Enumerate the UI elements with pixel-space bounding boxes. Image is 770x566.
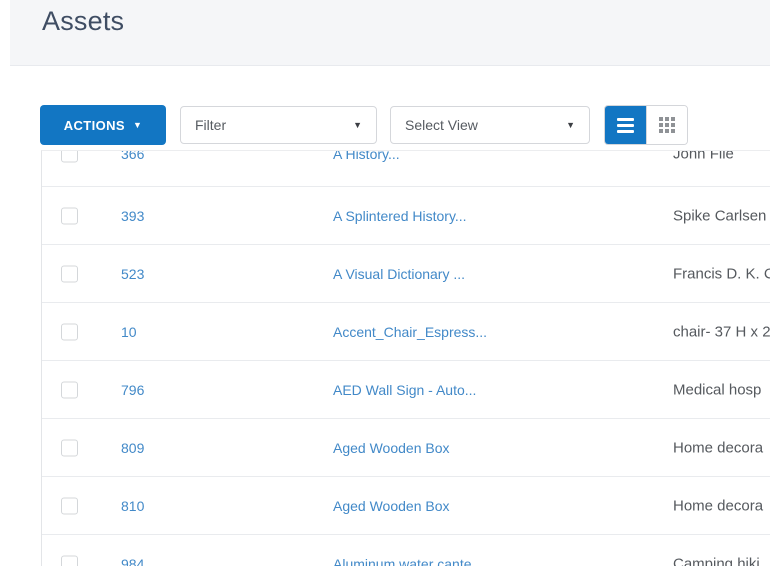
row-name-link[interactable]: Accent_Chair_Espress... [333,324,487,340]
select-view-dropdown-label: Select View [405,117,478,133]
row-id-link[interactable]: 10 [121,324,137,340]
row-id-link[interactable]: 810 [121,498,144,514]
row-description: Medical hosp [673,381,762,399]
row-id-link[interactable]: 796 [121,382,144,398]
row-checkbox[interactable] [61,497,78,515]
row-id-link[interactable]: 809 [121,440,144,456]
row-description: Spike Carlsen [673,207,767,225]
row-checkbox[interactable] [61,265,78,283]
actions-button[interactable]: ACTIONS ▼ [40,105,166,145]
table-row-line: 10 Accent_Chair_Espress... chair- 37 H x… [42,303,770,360]
row-name-link[interactable]: Aged Wooden Box [333,440,450,456]
row-id-link[interactable]: 393 [121,208,144,224]
list-view-icon [616,117,634,133]
table-row-line: 984 Aluminum water cante Camping hiki [42,535,770,566]
chevron-down-icon: ▼ [566,119,575,130]
row-id-link[interactable]: 984 [121,556,144,566]
row-id-link[interactable]: 366 [121,151,144,162]
table-row: 523 A Visual Dictionary ... Francis D. K… [42,245,770,303]
page-header: Assets [10,0,770,66]
row-description: Home decora [673,439,764,457]
row-name-link[interactable]: A History... [333,151,400,162]
table-row-line: 809 Aged Wooden Box Home decora [42,419,770,476]
table-row: 10 Accent_Chair_Espress... chair- 37 H x… [42,303,770,361]
grid-view-icon [658,117,675,133]
table-row: 809 Aged Wooden Box Home decora [42,419,770,477]
table-row-line: 366 A History... John File [42,151,770,183]
actions-button-label: ACTIONS [63,117,125,133]
row-description: Home decora [673,497,764,515]
table-row: 393 A Splintered History... Spike Carlse… [42,187,770,245]
filter-dropdown-label: Filter [195,117,227,133]
table-row: 366 A History... John File [42,151,770,187]
table-row: 984 Aluminum water cante Camping hiki [42,535,770,566]
table-row: 810 Aged Wooden Box Home decora [42,477,770,535]
row-description: Camping hiki [673,555,760,566]
list-view-button[interactable] [605,106,646,144]
table-row-line: 523 A Visual Dictionary ... Francis D. K… [42,245,770,302]
row-name-link[interactable]: A Visual Dictionary ... [333,266,465,282]
table-row-line: 393 A Splintered History... Spike Carlse… [42,187,770,244]
row-name-link[interactable]: AED Wall Sign - Auto... [333,382,476,398]
row-checkbox[interactable] [61,323,78,341]
row-description: John File [673,151,734,163]
row-checkbox[interactable] [61,555,78,566]
row-checkbox[interactable] [61,381,78,399]
toolbar: ACTIONS ▼ Filter ▼ Select View ▼ [0,105,770,145]
table-row-line: 810 Aged Wooden Box Home decora [42,477,770,534]
row-description: chair- 37 H x 2 [673,323,770,341]
select-view-dropdown[interactable]: Select View ▼ [390,106,590,144]
row-name-link[interactable]: Aged Wooden Box [333,498,450,514]
chevron-down-icon: ▼ [353,119,362,130]
grid-view-button[interactable] [645,106,687,144]
row-checkbox[interactable] [61,439,78,457]
row-name-link[interactable]: Aluminum water cante [333,556,472,566]
view-toggle-group [604,105,688,145]
row-name-link[interactable]: A Splintered History... [333,208,467,224]
row-id-link[interactable]: 523 [121,266,144,282]
assets-page: Assets ACTIONS ▼ Filter ▼ Select View ▼ [0,0,770,566]
row-checkbox[interactable] [61,207,78,225]
filter-dropdown[interactable]: Filter ▼ [180,106,377,144]
page-title: Assets [42,6,125,36]
chevron-down-icon: ▼ [133,119,143,130]
table-row-line: 796 AED Wall Sign - Auto... Medical hosp [42,361,770,418]
row-description: Francis D. K. C [673,265,770,283]
row-checkbox[interactable] [61,151,78,163]
table-row: 796 AED Wall Sign - Auto... Medical hosp [42,361,770,419]
asset-table: 366 A History... John File 393 A Splinte… [41,150,770,566]
